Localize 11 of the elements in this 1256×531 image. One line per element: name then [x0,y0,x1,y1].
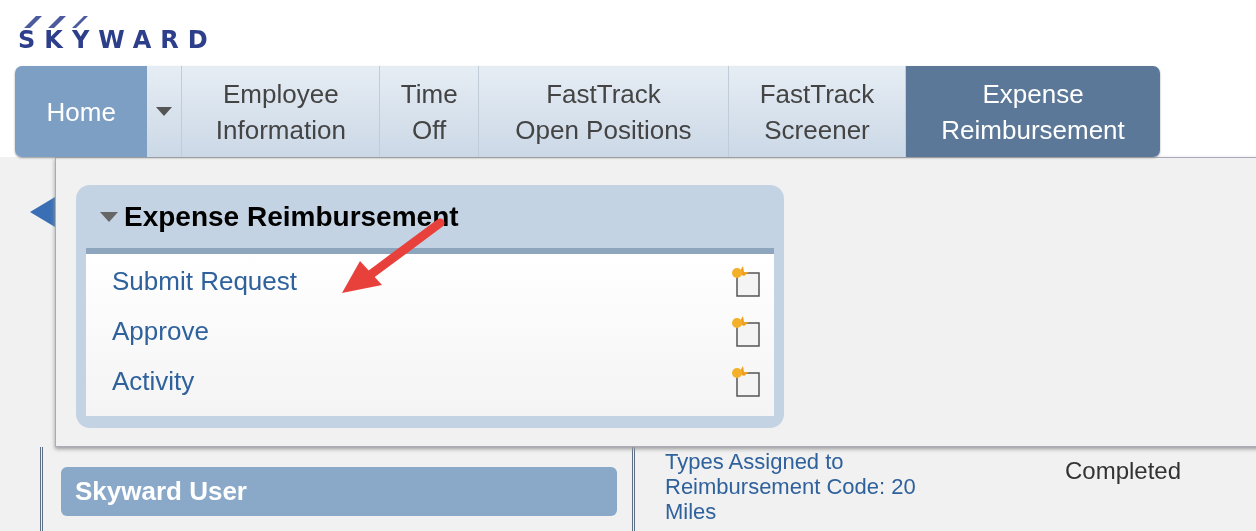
menu-title: Expense Reimbursement [124,200,459,233]
logo: SKYWARD [18,28,217,52]
task-link[interactable]: Types Assigned to Reimbursement Code: 20 Miles [665,449,1065,524]
menu-link[interactable]: Approve [112,315,209,347]
menu-link[interactable]: Activity [112,365,195,397]
back-arrow-icon[interactable] [30,197,55,227]
nav-tab[interactable]: Expense Reimbursement [906,66,1160,157]
status-text: Completed [1065,456,1182,485]
caret-icon[interactable] [156,107,173,116]
menu-link[interactable]: Submit Request [112,265,297,297]
collapse-icon[interactable] [100,211,118,222]
